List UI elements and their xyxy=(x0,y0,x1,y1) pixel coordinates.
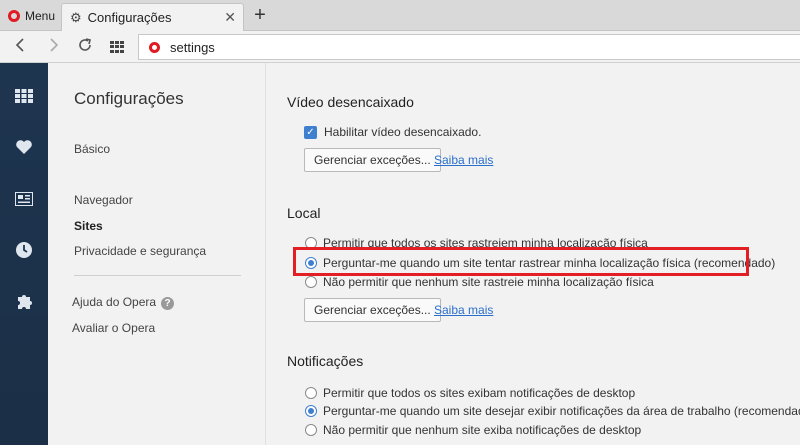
radio-label: Não permitir que nenhum site exiba notif… xyxy=(323,423,642,437)
help-icon: ? xyxy=(161,297,175,310)
notification-option-allow[interactable]: Permitir que todos os sites exibam notif… xyxy=(305,386,635,400)
address-bar[interactable]: settings xyxy=(138,34,800,60)
nav-item-rate[interactable]: Avaliar o Opera xyxy=(72,321,155,335)
tab-strip: Menu ⚙ Configurações ✕ + xyxy=(0,0,800,31)
checkbox-checked-icon[interactable]: ✓ xyxy=(304,125,317,139)
section-title-video: Vídeo desencaixado xyxy=(287,94,414,110)
settings-nav: Configurações Básico Navegador Sites Pri… xyxy=(48,63,266,445)
radio-label: Permitir que todos os sites exibam notif… xyxy=(323,386,636,400)
speed-dial-grid-icon[interactable] xyxy=(110,41,124,53)
page-title: Configurações xyxy=(74,89,184,108)
news-icon[interactable] xyxy=(0,187,48,211)
opera-logo-icon xyxy=(149,41,160,53)
forward-button[interactable] xyxy=(43,36,65,58)
gear-icon: ⚙ xyxy=(70,9,82,25)
nav-divider xyxy=(74,275,241,276)
address-text: settings xyxy=(170,39,215,55)
history-clock-icon[interactable] xyxy=(0,238,48,262)
heart-icon[interactable] xyxy=(0,135,48,159)
extensions-puzzle-icon[interactable] xyxy=(0,289,48,313)
new-tab-button[interactable]: + xyxy=(250,4,270,26)
nav-item-privacy[interactable]: Privacidade e segurança xyxy=(74,244,206,258)
checkbox-label: Habilitar vídeo desencaixado. xyxy=(324,125,482,139)
video-popout-checkbox-row[interactable]: ✓ Habilitar vídeo desencaixado. xyxy=(304,125,481,139)
radio-icon[interactable] xyxy=(305,424,317,436)
section-title-notifications: Notificações xyxy=(287,353,364,369)
close-tab-icon[interactable]: ✕ xyxy=(224,9,236,26)
opera-menu-button[interactable]: Menu xyxy=(4,5,59,27)
tab-title: Configurações xyxy=(87,10,172,25)
back-button[interactable] xyxy=(9,36,31,58)
highlight-box xyxy=(293,247,749,276)
reload-icon xyxy=(79,38,91,51)
nav-item-help[interactable]: Ajuda do Opera? xyxy=(72,295,175,310)
location-manage-exceptions-button[interactable]: Gerenciar exceções... xyxy=(304,298,441,322)
opera-logo-icon xyxy=(8,10,20,22)
nav-item-browser[interactable]: Navegador xyxy=(74,193,133,207)
arrow-left-icon xyxy=(15,38,24,52)
radio-label: Não permitir que nenhum site rastreie mi… xyxy=(323,275,654,289)
radio-label: Perguntar-me quando um site desejar exib… xyxy=(323,404,800,418)
location-learn-more-link[interactable]: Saiba mais xyxy=(434,303,493,317)
section-title-location: Local xyxy=(287,205,321,221)
help-label: Ajuda do Opera xyxy=(72,295,157,309)
notification-option-block[interactable]: Não permitir que nenhum site exiba notif… xyxy=(305,423,641,437)
speed-dial-icon[interactable] xyxy=(0,84,48,108)
video-learn-more-link[interactable]: Saiba mais xyxy=(434,153,493,167)
menu-label: Menu xyxy=(25,9,56,23)
radio-icon[interactable] xyxy=(305,276,317,288)
opera-sidebar xyxy=(0,63,48,445)
nav-item-basic[interactable]: Básico xyxy=(74,142,110,156)
reload-button[interactable] xyxy=(74,36,96,58)
video-manage-exceptions-button[interactable]: Gerenciar exceções... xyxy=(304,148,441,172)
radio-selected-icon[interactable] xyxy=(305,405,317,417)
tab-settings[interactable]: ⚙ Configurações ✕ xyxy=(61,3,244,31)
location-option-block[interactable]: Não permitir que nenhum site rastreie mi… xyxy=(305,275,654,289)
notification-option-ask[interactable]: Perguntar-me quando um site desejar exib… xyxy=(305,404,800,418)
toolbar: settings xyxy=(0,31,800,63)
radio-icon[interactable] xyxy=(305,387,317,399)
arrow-right-icon xyxy=(50,38,59,52)
nav-item-sites[interactable]: Sites xyxy=(74,219,103,233)
